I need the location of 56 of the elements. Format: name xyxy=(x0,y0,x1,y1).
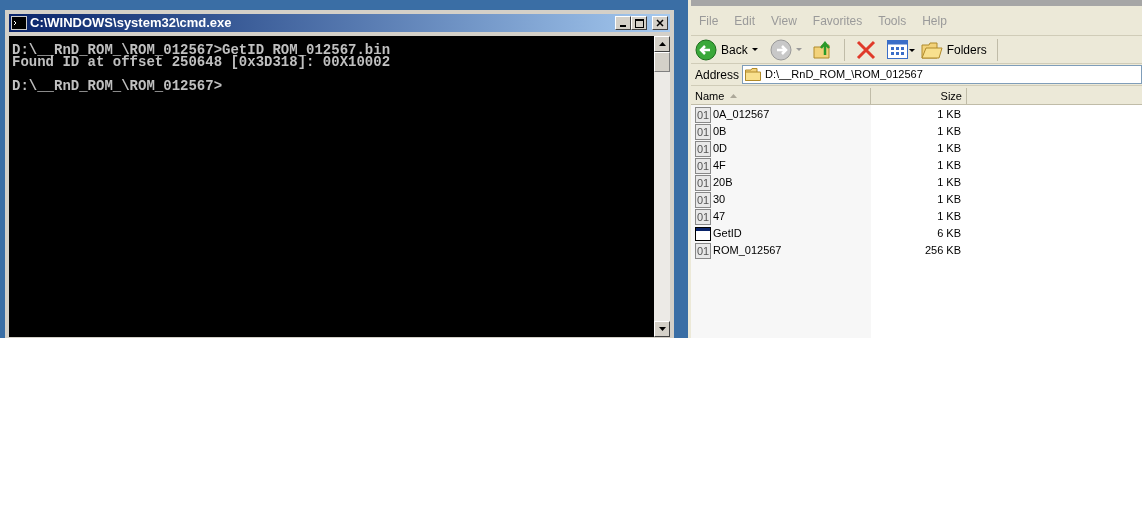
caret-icon xyxy=(795,48,802,51)
file-name[interactable]: 20B xyxy=(713,174,733,191)
back-button[interactable]: Back xyxy=(695,38,760,61)
scroll-down-button[interactable] xyxy=(654,321,670,337)
sort-arrow-icon xyxy=(730,94,738,98)
file-size: 1 KB xyxy=(937,141,961,157)
views-icon[interactable] xyxy=(886,39,915,60)
close-icon xyxy=(656,19,664,27)
binary-file-icon: 01 xyxy=(695,140,711,157)
column-header[interactable]: Size xyxy=(871,88,967,105)
maximize-button[interactable] xyxy=(631,16,647,30)
console-line: Found ID at offset 250648 [0x3D318]: 00X10002 xyxy=(12,56,391,68)
address-value: D:\__RnD_ROM_\ROM_012567 xyxy=(765,67,923,83)
file-size: 1 KB xyxy=(937,107,961,123)
file-size: 1 KB xyxy=(937,124,961,140)
file-size: 1 KB xyxy=(937,158,961,174)
window-title: C:\WINDOWS\system32\cmd.exe xyxy=(30,14,233,33)
file-size: 1 KB xyxy=(937,209,961,225)
address-label: Address xyxy=(695,66,740,84)
folder-icon xyxy=(745,68,762,81)
down-arrow-icon xyxy=(658,327,666,331)
folder-icon xyxy=(920,39,943,60)
binary-file-icon: 01 xyxy=(695,208,711,225)
scroll-thumb[interactable] xyxy=(654,52,670,72)
console-icon xyxy=(11,16,27,30)
file-name[interactable]: 30 xyxy=(713,191,726,208)
binary-file-icon: 01 xyxy=(695,123,711,140)
maximize-icon xyxy=(634,18,644,28)
file-size: 1 KB xyxy=(937,192,961,208)
file-name[interactable]: 0B xyxy=(713,123,727,140)
file-size: 256 KB xyxy=(924,243,961,259)
console-line: D:\__RnD_ROM_\ROM_012567>GetID ROM_012567.bin xyxy=(12,44,391,56)
file-name[interactable]: GetID xyxy=(713,225,742,242)
binary-file-icon: 01 xyxy=(695,157,711,174)
delete-icon[interactable] xyxy=(854,38,877,61)
file-name[interactable]: ROM_012567 xyxy=(713,242,782,259)
address-field[interactable]: D:\__RnD_ROM_\ROM_012567 xyxy=(742,65,1142,84)
file-name[interactable]: 0D xyxy=(713,140,728,157)
scroll-up-button[interactable] xyxy=(654,36,670,52)
up-arrow-icon xyxy=(658,42,666,46)
file-name[interactable]: 4F xyxy=(713,157,726,174)
file-size: 6 KB xyxy=(937,226,961,242)
folders-button[interactable]: Folders xyxy=(920,39,987,60)
file-name[interactable]: 0A_012567 xyxy=(713,106,770,123)
binary-file-icon: 01 xyxy=(695,242,711,259)
console-line: D:\__RnD_ROM_\ROM_012567> xyxy=(12,80,223,92)
file-size: 1 KB xyxy=(937,175,961,191)
minimize-button[interactable] xyxy=(615,16,631,30)
binary-file-icon: 01 xyxy=(695,191,711,208)
column-header[interactable]: Name xyxy=(691,88,871,105)
binary-file-icon: 01 xyxy=(695,174,711,191)
close-button[interactable] xyxy=(652,16,668,30)
binary-file-icon: 01 xyxy=(695,106,711,123)
caret-icon xyxy=(751,48,758,51)
window-file-icon xyxy=(695,225,711,242)
file-name[interactable]: 47 xyxy=(713,208,726,225)
